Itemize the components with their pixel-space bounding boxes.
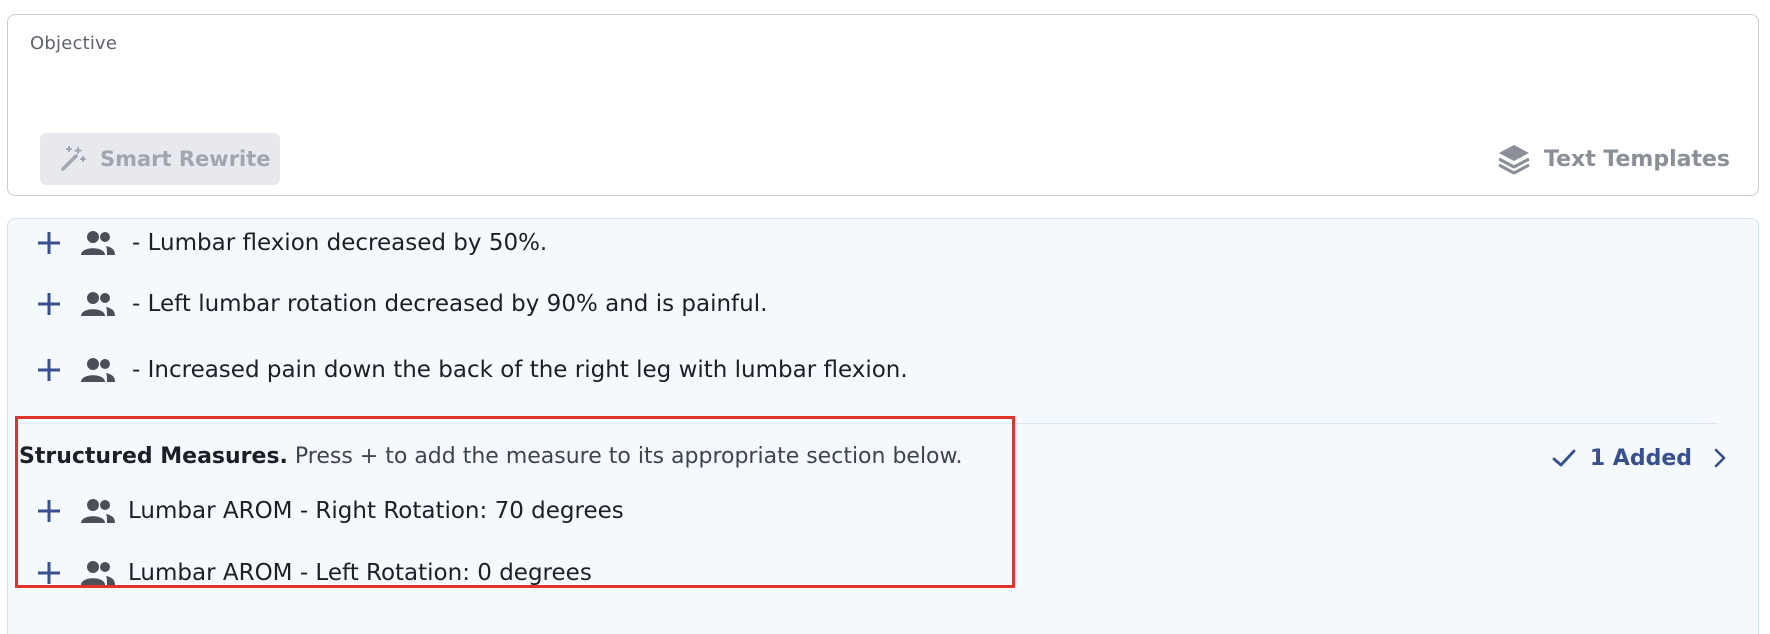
people-icon (80, 228, 116, 258)
people-icon (80, 355, 116, 385)
plus-icon[interactable] (34, 496, 64, 526)
objective-label: Objective (30, 33, 118, 54)
list-item-text: Lumbar AROM - Left Rotation: 0 degrees (128, 560, 592, 586)
people-icon (80, 496, 116, 526)
added-count-button[interactable]: 1 Added (1552, 441, 1726, 475)
suggestions-panel: - Lumbar flexion decreased by 50%. - Lef… (7, 218, 1759, 634)
layers-icon (1496, 141, 1532, 177)
people-icon (80, 289, 116, 319)
plus-icon[interactable] (34, 355, 64, 385)
structured-measures-title: Structured Measures. (19, 444, 288, 469)
smart-rewrite-button[interactable]: Smart Rewrite (40, 133, 280, 185)
list-item: Lumbar AROM - Right Rotation: 70 degrees (34, 491, 624, 531)
list-item: - Increased pain down the back of the ri… (34, 350, 908, 390)
text-templates-button[interactable]: Text Templates (1496, 137, 1730, 181)
magic-wand-icon (58, 144, 88, 174)
list-item-text: - Increased pain down the back of the ri… (132, 357, 908, 383)
smart-rewrite-label: Smart Rewrite (100, 147, 271, 171)
check-icon (1552, 448, 1576, 468)
chevron-right-icon (1714, 448, 1726, 468)
divider (20, 423, 1718, 424)
added-count-label: 1 Added (1589, 445, 1692, 471)
objective-field[interactable]: Objective Smart Rewrite Text Templates (7, 14, 1759, 196)
plus-icon[interactable] (34, 558, 64, 588)
plus-icon[interactable] (34, 289, 64, 319)
people-icon (80, 558, 116, 588)
list-item: - Lumbar flexion decreased by 50%. (34, 223, 547, 263)
list-item-text: Lumbar AROM - Right Rotation: 70 degrees (128, 498, 624, 524)
structured-measures-instruction: Press + to add the measure to its approp… (287, 444, 963, 469)
list-item-text: - Lumbar flexion decreased by 50%. (132, 230, 548, 256)
list-item: Lumbar AROM - Left Rotation: 0 degrees (34, 553, 592, 593)
plus-icon[interactable] (34, 228, 64, 258)
list-item-text: - Left lumbar rotation decreased by 90% … (132, 291, 768, 317)
list-item: - Left lumbar rotation decreased by 90% … (34, 284, 767, 324)
structured-measures-header: Structured Measures. Press + to add the … (19, 444, 963, 469)
text-templates-label: Text Templates (1544, 146, 1730, 172)
